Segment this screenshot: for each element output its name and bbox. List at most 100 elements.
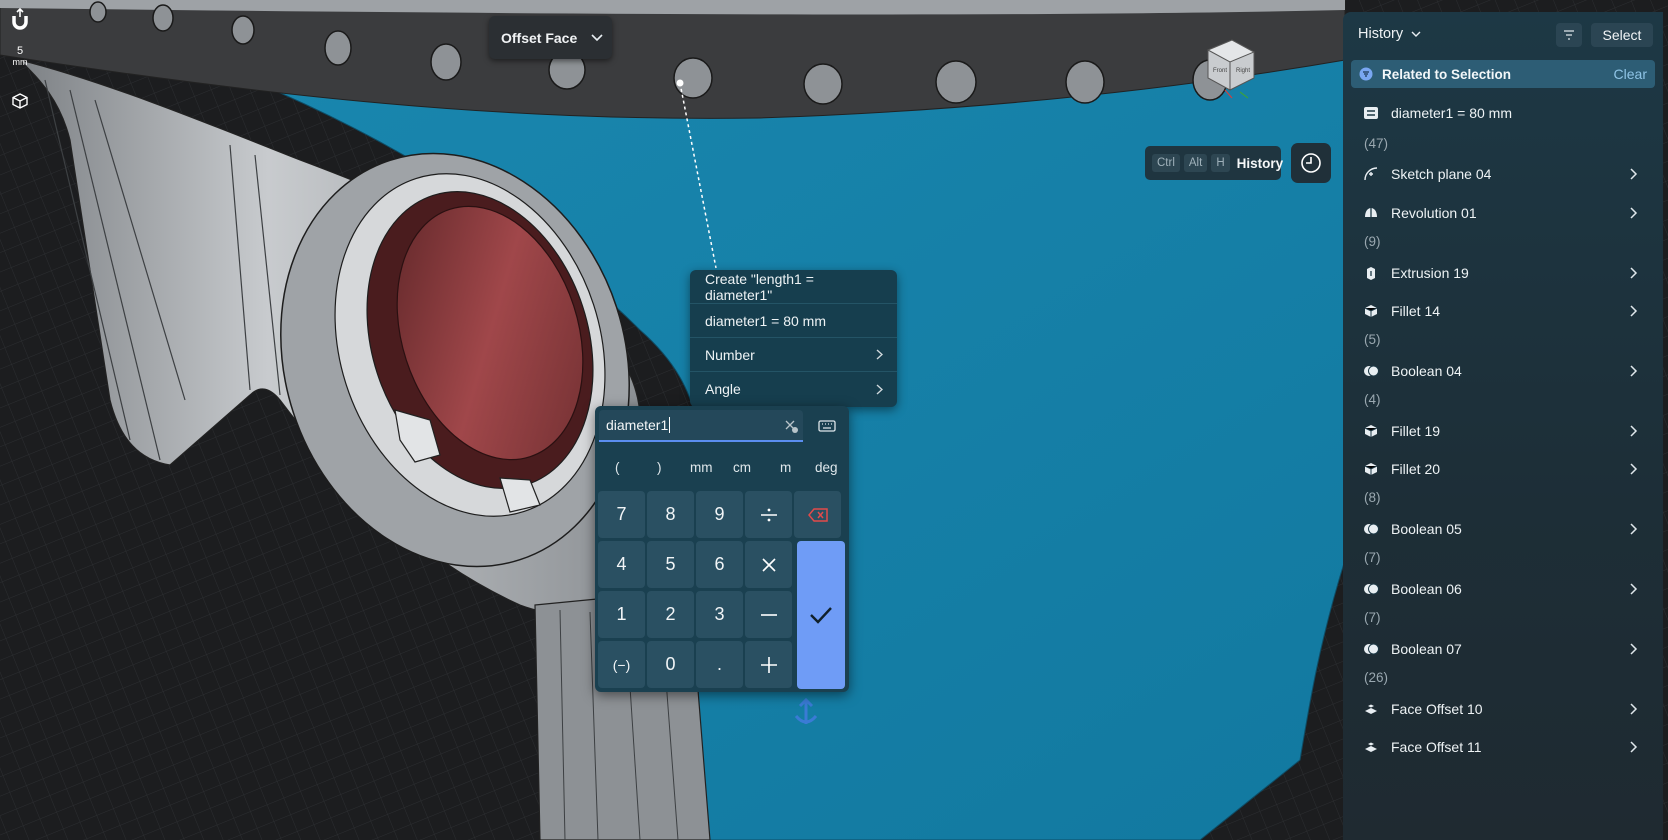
- history-item[interactable]: Revolution 01: [1343, 198, 1663, 228]
- group-count: (4): [1364, 392, 1381, 407]
- chevron-right-icon[interactable]: [1629, 463, 1639, 475]
- expression-input[interactable]: diameter1: [599, 410, 803, 442]
- history-item[interactable]: Boolean 04: [1343, 356, 1663, 386]
- history-item[interactable]: Boolean 05: [1343, 514, 1663, 544]
- tool-dropdown[interactable]: Offset Face: [489, 16, 612, 59]
- menu-item-label: diameter1 = 80 mm: [705, 312, 826, 329]
- key-6[interactable]: 6: [696, 541, 743, 588]
- history-panel: History Select Related to Selection Clea…: [1343, 12, 1663, 840]
- key-9[interactable]: 9: [696, 491, 743, 538]
- keyboard-icon[interactable]: [817, 416, 837, 436]
- minus-key[interactable]: [745, 591, 792, 638]
- unit-deg[interactable]: deg: [815, 460, 838, 475]
- menu-item-create-length[interactable]: Create "length1 = diameter1": [690, 270, 897, 304]
- menu-item-diameter-variable[interactable]: diameter1 = 80 mm: [690, 304, 897, 338]
- key-8[interactable]: 8: [647, 491, 694, 538]
- history-item[interactable]: Face Offset 10: [1343, 694, 1663, 724]
- checkmark-icon: [810, 607, 832, 624]
- history-item-label: Fillet 20: [1391, 461, 1441, 477]
- magnet-snap-icon[interactable]: [10, 8, 30, 30]
- divide-icon: [760, 508, 777, 521]
- key-5[interactable]: 5: [647, 541, 694, 588]
- history-item[interactable]: Fillet 19: [1343, 416, 1663, 446]
- chevron-right-icon[interactable]: [1629, 583, 1639, 595]
- fillet-icon: [1364, 463, 1378, 475]
- clock-icon: [1301, 153, 1321, 173]
- multiply-icon: [761, 557, 776, 572]
- chevron-right-icon[interactable]: [1629, 643, 1639, 655]
- unit-mm[interactable]: mm: [690, 460, 713, 475]
- key-7[interactable]: 7: [598, 491, 645, 538]
- history-item-label: Fillet 19: [1391, 423, 1441, 439]
- history-item[interactable]: Boolean 07: [1343, 634, 1663, 664]
- chevron-right-icon[interactable]: [1629, 305, 1639, 317]
- group-count: (5): [1364, 332, 1381, 347]
- chevron-right-icon[interactable]: [1629, 267, 1639, 279]
- boolean-icon: [1364, 583, 1379, 595]
- history-item-label: Face Offset 11: [1391, 739, 1482, 755]
- history-item[interactable]: Boolean 06: [1343, 574, 1663, 604]
- confirm-button[interactable]: [797, 541, 845, 689]
- expression-context-menu: Create "length1 = diameter1" diameter1 =…: [690, 270, 897, 407]
- chevron-down-icon: [591, 33, 603, 41]
- plus-key[interactable]: [745, 641, 792, 688]
- key-2[interactable]: 2: [647, 591, 694, 638]
- chevron-right-icon[interactable]: [1629, 703, 1639, 715]
- view-cube-icon[interactable]: [11, 92, 29, 110]
- boolean-icon: [1364, 365, 1379, 377]
- chevron-right-icon[interactable]: [1629, 365, 1639, 377]
- tooltip-label: History: [1236, 155, 1284, 171]
- decimal-key[interactable]: .: [696, 641, 743, 688]
- key-1[interactable]: 1: [598, 591, 645, 638]
- chevron-right-icon[interactable]: [1629, 741, 1639, 753]
- history-item[interactable]: Extrusion 19: [1343, 258, 1663, 288]
- snap-unit: mm: [12, 57, 28, 67]
- menu-item-angle[interactable]: Angle: [690, 372, 897, 406]
- filter-icon: [1564, 30, 1574, 40]
- key-3[interactable]: 3: [696, 591, 743, 638]
- menu-item-number[interactable]: Number: [690, 338, 897, 372]
- history-item[interactable]: Fillet 14: [1343, 296, 1663, 326]
- minus-icon: [760, 613, 777, 616]
- chevron-right-icon[interactable]: [1629, 168, 1639, 180]
- history-item-label: Face Offset 10: [1391, 701, 1483, 717]
- key-4[interactable]: 4: [598, 541, 645, 588]
- history-shortcut-tooltip: Ctrl Alt H History: [1145, 146, 1284, 180]
- history-item-label: Boolean 06: [1391, 581, 1462, 597]
- clear-filter-button[interactable]: Clear: [1614, 66, 1647, 82]
- history-toggle-button[interactable]: [1291, 143, 1331, 183]
- unit-open-paren[interactable]: (: [615, 460, 620, 475]
- related-to-selection-bar[interactable]: Related to Selection Clear: [1351, 60, 1655, 88]
- chevron-right-icon[interactable]: [1629, 523, 1639, 535]
- history-title: History: [1358, 26, 1404, 42]
- history-item[interactable]: Face Offset 11: [1343, 732, 1663, 762]
- unit-close-paren[interactable]: ): [657, 460, 662, 475]
- divide-key[interactable]: [745, 491, 792, 538]
- snap-increment[interactable]: 5 mm: [0, 46, 40, 68]
- chevron-right-icon[interactable]: [1629, 425, 1639, 437]
- filter-button[interactable]: [1556, 23, 1582, 47]
- multiply-key[interactable]: [745, 541, 792, 588]
- unit-cm[interactable]: cm: [733, 460, 751, 475]
- history-item[interactable]: Fillet 20: [1343, 454, 1663, 484]
- kbd-h: H: [1211, 154, 1230, 172]
- backspace-key[interactable]: [794, 491, 841, 538]
- select-button[interactable]: Select: [1591, 23, 1653, 47]
- unit-m[interactable]: m: [780, 460, 791, 475]
- group-count: (9): [1364, 234, 1381, 249]
- negate-key[interactable]: (−): [598, 641, 645, 688]
- history-panel-header[interactable]: History: [1358, 26, 1421, 42]
- face-offset-icon: [1365, 742, 1377, 752]
- chevron-right-icon[interactable]: [1629, 207, 1639, 219]
- clear-input-icon[interactable]: [783, 418, 799, 434]
- tool-dropdown-label: Offset Face: [501, 29, 578, 46]
- group-count: (26): [1364, 670, 1389, 685]
- key-0[interactable]: 0: [647, 641, 694, 688]
- history-item[interactable]: diameter1 = 80 mm: [1343, 98, 1663, 128]
- numeric-keypad: diameter1 ( ) mm cm m deg 7 8 9 4 5 6 1 …: [595, 406, 849, 692]
- group-count: (47): [1364, 136, 1389, 151]
- history-item[interactable]: Sketch plane 04: [1343, 159, 1663, 189]
- plus-icon: [760, 656, 777, 673]
- variable-icon: [1364, 107, 1378, 119]
- kbd-alt: Alt: [1183, 154, 1208, 172]
